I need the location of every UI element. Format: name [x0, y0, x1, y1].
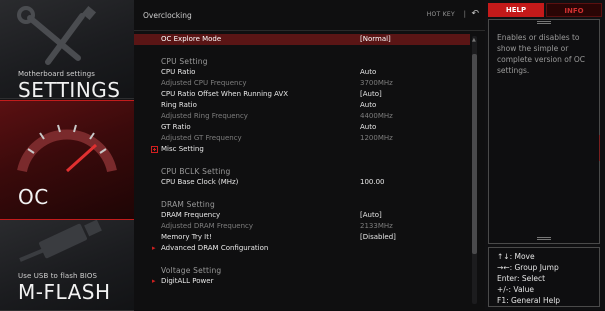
- setting-value[interactable]: [Disabled]: [360, 232, 396, 243]
- section-header-cpu-bclk-setting: CPU BCLK Setting: [134, 166, 470, 177]
- mflash-caption: Use USB to flash BIOS: [18, 272, 98, 280]
- hotkey-separator: |: [463, 10, 466, 18]
- submenu-arrow-icon: ▸: [152, 244, 156, 252]
- main-panel: Overclocking HOT KEY | ↶ OC Explore Mode…: [134, 0, 485, 310]
- scroll-up-icon[interactable]: ▲: [472, 37, 476, 43]
- grip-icon[interactable]: [537, 20, 551, 26]
- setting-row-cpu-ratio-offset-when-running-avx[interactable]: CPU Ratio Offset When Running AVX [Auto]: [134, 89, 470, 100]
- setting-row-misc-setting[interactable]: Misc Setting: [134, 144, 470, 155]
- hotkey-label[interactable]: HOT KEY: [427, 11, 455, 18]
- setting-label: CPU Ratio: [161, 68, 196, 76]
- setting-label: Adjusted CPU Frequency: [161, 79, 247, 87]
- setting-value[interactable]: Auto: [360, 100, 376, 111]
- setting-row-adjusted-dram-frequency: Adjusted DRAM Frequency 2133MHz: [134, 221, 470, 232]
- sidebar-item-mflash[interactable]: Use USB to flash BIOS M-FLASH: [0, 220, 134, 311]
- setting-label: Misc Setting: [161, 145, 204, 153]
- key-hint: F1: General Help: [497, 296, 561, 305]
- setting-value[interactable]: 100.00: [360, 177, 385, 188]
- section-header-voltage-setting: Voltage Setting: [134, 265, 470, 276]
- setting-value: 2133MHz: [360, 222, 393, 230]
- setting-label: Voltage Setting: [161, 266, 222, 275]
- mflash-title: M-FLASH: [18, 280, 111, 304]
- setting-label: DRAM Setting: [161, 200, 215, 209]
- topbar: Overclocking HOT KEY | ↶: [134, 0, 485, 31]
- setting-value[interactable]: [Auto]: [360, 89, 382, 100]
- tab-help[interactable]: HELP: [488, 3, 544, 17]
- setting-value[interactable]: Auto: [360, 67, 376, 78]
- setting-label: CPU BCLK Setting: [161, 167, 231, 176]
- grip-icon[interactable]: [537, 236, 551, 242]
- setting-value[interactable]: [Auto]: [360, 210, 382, 221]
- expand-plus-icon[interactable]: [151, 146, 158, 153]
- setting-row-memory-try-it[interactable]: Memory Try It! [Disabled]: [134, 232, 470, 243]
- help-box: Enables or disables to show the simple o…: [488, 19, 600, 244]
- setting-label: Adjusted Ring Frequency: [161, 112, 248, 120]
- setting-row-cpu-base-clock-mhz[interactable]: CPU Base Clock (MHz) 100.00: [134, 177, 470, 188]
- setting-label: Adjusted DRAM Frequency: [161, 222, 254, 230]
- setting-label: Advanced DRAM Configuration: [161, 244, 269, 252]
- section-header-cpu-setting: CPU Setting: [134, 56, 470, 67]
- setting-label: GT Ratio: [161, 123, 191, 131]
- setting-row-digitall-power[interactable]: ▸ DigitALL Power: [134, 276, 470, 287]
- submenu-arrow-icon: ▸: [152, 277, 156, 285]
- key-hint: →←: Group Jump: [497, 263, 559, 272]
- key-hint: ↑↓: Move: [497, 252, 535, 261]
- setting-label: DigitALL Power: [161, 277, 214, 285]
- settings-title: SETTINGS: [18, 78, 121, 99]
- side-tick: [595, 135, 600, 161]
- help-panel: HELP INFO Enables or disables to show th…: [485, 0, 605, 310]
- settings-caption: Motherboard settings: [18, 70, 96, 78]
- section-header-dram-setting: DRAM Setting: [134, 199, 470, 210]
- setting-row-adjusted-ring-frequency: Adjusted Ring Frequency 4400MHz: [134, 111, 470, 122]
- setting-label: CPU Ratio Offset When Running AVX: [161, 90, 289, 98]
- setting-label: DRAM Frequency: [161, 211, 221, 219]
- help-text: Enables or disables to show the simple o…: [497, 33, 586, 75]
- setting-label: OC Explore Mode: [161, 35, 222, 43]
- help-tabs: HELP INFO: [488, 3, 602, 17]
- setting-row-advanced-dram-configuration[interactable]: ▸ Advanced DRAM Configuration: [134, 243, 470, 254]
- setting-label: CPU Base Clock (MHz): [161, 178, 239, 186]
- setting-label: Memory Try It!: [161, 233, 212, 241]
- setting-row-cpu-ratio[interactable]: CPU Ratio Auto: [134, 67, 470, 78]
- setting-label: CPU Setting: [161, 57, 208, 66]
- setting-row-gt-ratio[interactable]: GT Ratio Auto: [134, 122, 470, 133]
- oc-title: OC: [18, 185, 49, 209]
- sidebar: Motherboard settings SETTINGS OC Use USB…: [0, 0, 134, 311]
- setting-label: Ring Ratio: [161, 101, 197, 109]
- sidebar-item-oc[interactable]: OC: [0, 100, 134, 220]
- setting-row-ring-ratio[interactable]: Ring Ratio Auto: [134, 100, 470, 111]
- setting-row-adjusted-cpu-frequency: Adjusted CPU Frequency 3700MHz: [134, 78, 470, 89]
- setting-row-dram-frequency[interactable]: DRAM Frequency [Auto]: [134, 210, 470, 221]
- back-arrow-icon[interactable]: ↶: [471, 9, 479, 19]
- setting-value[interactable]: [Normal]: [360, 34, 391, 45]
- setting-value: 4400MHz: [360, 112, 393, 120]
- keys-box: ↑↓: Move →←: Group Jump Enter: Select +/…: [488, 247, 600, 307]
- scroll-thumb[interactable]: [472, 54, 477, 254]
- key-hint: +/-: Value: [497, 285, 535, 294]
- sidebar-item-settings[interactable]: Motherboard settings SETTINGS: [0, 0, 134, 99]
- page-title: Overclocking: [143, 11, 192, 20]
- key-hint: Enter: Select: [497, 274, 546, 283]
- setting-label: Adjusted GT Frequency: [161, 134, 242, 142]
- setting-value: 1200MHz: [360, 134, 393, 142]
- setting-row-adjusted-gt-frequency: Adjusted GT Frequency 1200MHz: [134, 133, 470, 144]
- tab-info[interactable]: INFO: [546, 3, 602, 17]
- setting-value[interactable]: Auto: [360, 122, 376, 133]
- setting-row-oc-explore-mode[interactable]: OC Explore Mode [Normal]: [134, 34, 470, 45]
- scrollbar[interactable]: [472, 36, 477, 304]
- setting-value: 3700MHz: [360, 79, 393, 87]
